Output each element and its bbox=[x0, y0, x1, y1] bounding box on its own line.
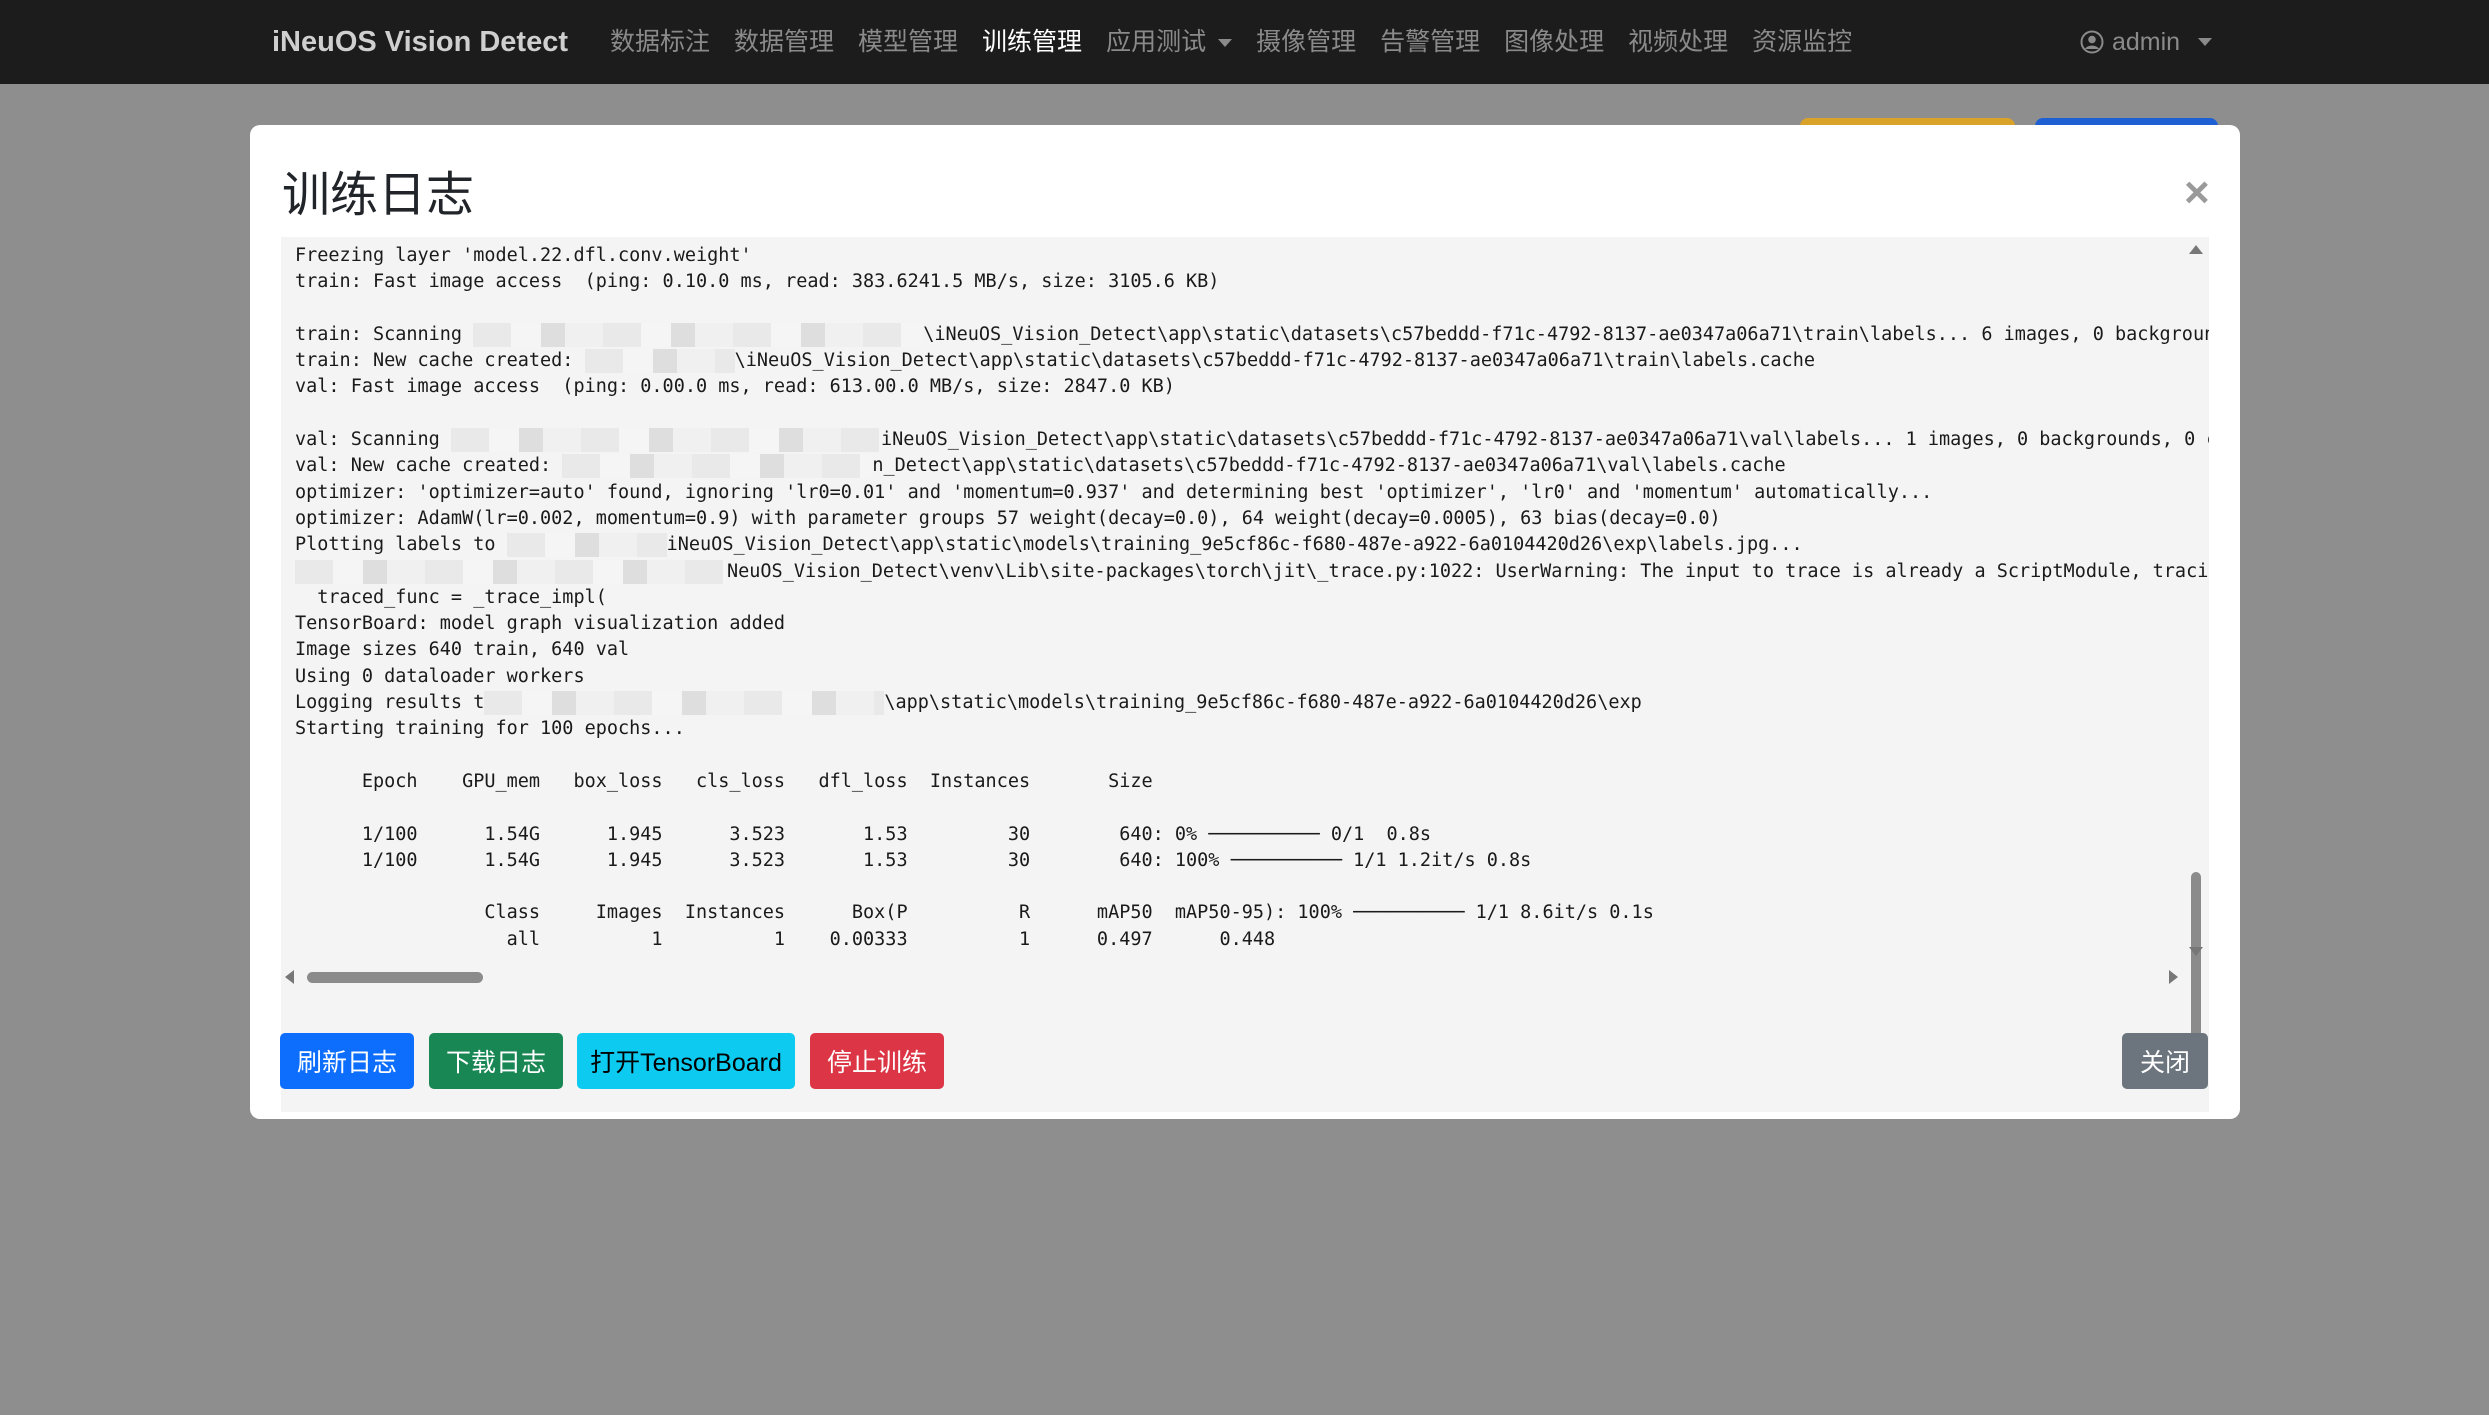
nav-item-training-management[interactable]: 训练管理 bbox=[970, 0, 1094, 84]
close-icon[interactable]: × bbox=[2184, 171, 2210, 215]
horizontal-scrollbar-thumb[interactable] bbox=[307, 972, 483, 983]
log-line: val: New cache created: n_Detect\app\sta… bbox=[295, 454, 1786, 479]
scroll-left-arrow-icon[interactable] bbox=[285, 970, 294, 984]
top-navbar: iNeuOS Vision Detect 数据标注 数据管理 模型管理 训练管理… bbox=[0, 0, 2489, 84]
redacted-path bbox=[473, 322, 924, 347]
log-line: traced_func = _trace_impl( bbox=[295, 586, 607, 608]
stop-training-button[interactable]: 停止训练 bbox=[810, 1033, 944, 1089]
log-line: ​ bbox=[295, 401, 2209, 427]
nav-item-alarm-management[interactable]: 告警管理 bbox=[1368, 0, 1492, 84]
nav-menu: 数据标注 数据管理 模型管理 训练管理 应用测试 摄像管理 告警管理 图像处理 … bbox=[598, 0, 1864, 84]
chevron-down-icon bbox=[1218, 39, 1233, 48]
redacted-path bbox=[506, 533, 667, 558]
log-line: 1/100 1.54G 1.945 3.523 1.53 30 640: 0% … bbox=[295, 823, 1432, 845]
user-avatar-icon bbox=[2080, 30, 2104, 54]
nav-item-app-testing-label: 应用测试 bbox=[1106, 28, 1207, 56]
log-line: all 1 1 0.00333 1 0.497 0.448 bbox=[295, 928, 1276, 950]
log-line: Class Images Instances Box(P R mAP50 mAP… bbox=[295, 902, 1654, 924]
redacted-path bbox=[450, 428, 881, 453]
refresh-log-button[interactable]: 刷新日志 bbox=[280, 1033, 414, 1089]
log-viewer[interactable]: Freezing layer 'model.22.dfl.conv.weight… bbox=[281, 237, 2209, 1112]
close-modal-button[interactable]: 关闭 bbox=[2122, 1033, 2208, 1089]
brand-logo[interactable]: iNeuOS Vision Detect bbox=[272, 0, 568, 84]
nav-item-model-management[interactable]: 模型管理 bbox=[846, 0, 970, 84]
log-line: ​ bbox=[295, 296, 2209, 322]
scroll-right-arrow-icon[interactable] bbox=[2169, 970, 2178, 984]
nav-item-image-processing[interactable]: 图像处理 bbox=[1492, 0, 1616, 84]
nav-item-data-management[interactable]: 数据管理 bbox=[722, 0, 846, 84]
log-line: optimizer: AdamW(lr=0.002, momentum=0.9)… bbox=[295, 507, 1721, 529]
open-tensorboard-button[interactable]: 打开TensorBoard bbox=[577, 1033, 795, 1089]
log-line: ​ bbox=[295, 874, 2209, 900]
scroll-down-arrow-icon[interactable] bbox=[2189, 947, 2203, 956]
log-line: TensorBoard: model graph visualization a… bbox=[295, 613, 786, 635]
log-line: Image sizes 640 train, 640 val bbox=[295, 639, 630, 661]
redacted-path bbox=[295, 559, 727, 584]
log-line: optimizer: 'optimizer=auto' found, ignor… bbox=[295, 481, 1933, 503]
log-line: Plotting labels to iNeuOS_Vision_Detect\… bbox=[295, 533, 1803, 558]
log-line: ​ bbox=[295, 795, 2209, 821]
chevron-down-icon bbox=[2198, 38, 2213, 46]
log-line: train: Scanning \iNeuOS_Vision_Detect\ap… bbox=[295, 322, 2209, 347]
log-line: train: Fast image access (ping: 0.10.0 m… bbox=[295, 271, 1220, 293]
download-log-button[interactable]: 下载日志 bbox=[429, 1033, 563, 1089]
log-line: Using 0 dataloader workers bbox=[295, 665, 585, 687]
training-log-modal: 训练日志 × Freezing layer 'model.22.dfl.conv… bbox=[250, 125, 2240, 1119]
log-line: Logging results t \app\static\models\trai… bbox=[295, 691, 1642, 716]
nav-item-app-testing[interactable]: 应用测试 bbox=[1094, 0, 1244, 84]
log-line: val: Scanning iNeuOS_Vision_Detect\app\s… bbox=[295, 428, 2209, 453]
log-table-header: Epoch GPU_mem box_loss cls_loss dfl_loss… bbox=[295, 770, 1153, 792]
nav-item-resource-monitor[interactable]: 资源监控 bbox=[1740, 0, 1864, 84]
user-menu[interactable]: admin bbox=[2080, 0, 2213, 84]
log-content: Freezing layer 'model.22.dfl.conv.weight… bbox=[295, 243, 2209, 953]
log-line: ​ bbox=[295, 743, 2209, 769]
nav-item-camera-management[interactable]: 摄像管理 bbox=[1244, 0, 1368, 84]
log-line: Starting training for 100 epochs... bbox=[295, 718, 685, 740]
log-line: train: New cache created: \iNeuOS_Vision… bbox=[295, 349, 1815, 374]
redacted-path bbox=[584, 349, 735, 374]
log-line: Freezing layer 'model.22.dfl.conv.weight… bbox=[295, 245, 752, 266]
log-line: 1/100 1.54G 1.945 3.523 1.53 30 640: 100… bbox=[295, 849, 1532, 871]
nav-item-video-processing[interactable]: 视频处理 bbox=[1616, 0, 1740, 84]
redacted-path bbox=[484, 691, 885, 716]
user-name: admin bbox=[2112, 27, 2181, 56]
modal-title: 训练日志 bbox=[282, 169, 475, 222]
log-line: val: Fast image access (ping: 0.00.0 ms,… bbox=[295, 376, 1175, 398]
log-line: NeuOS_Vision_Detect\venv\Lib\site-packag… bbox=[295, 559, 2209, 585]
nav-item-data-annotation[interactable]: 数据标注 bbox=[598, 0, 722, 84]
redacted-path bbox=[562, 454, 873, 479]
scroll-up-arrow-icon[interactable] bbox=[2189, 245, 2203, 254]
